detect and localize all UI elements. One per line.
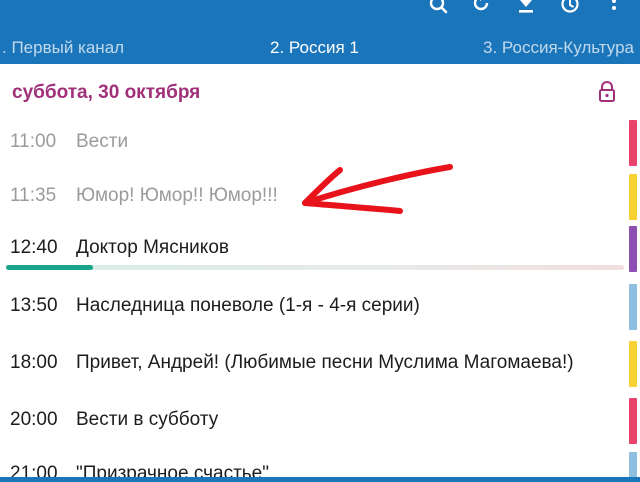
program-row[interactable]: 13:50 Наследница поневоле (1-я - 4-я сер… (0, 284, 640, 336)
program-time: 11:35 (10, 185, 57, 206)
date-label: суббота, 30 октября (12, 82, 201, 103)
program-time: 11:00 (10, 131, 57, 152)
program-time: 13:50 (10, 295, 58, 316)
program-title: Вести (76, 131, 129, 152)
bottom-edge (0, 477, 640, 482)
genre-color-bar (629, 174, 637, 220)
program-row[interactable]: 18:00 Привет, Андрей! (Любимые песни Мус… (0, 341, 640, 393)
tab-channel-2[interactable]: 2. Россия 1 (270, 38, 359, 58)
genre-color-bar (629, 284, 637, 330)
program-row[interactable]: 20:00 Вести в субботу (0, 398, 640, 450)
program-row-current[interactable]: 12:40 Доктор Мясников (0, 226, 640, 278)
tab-channel-1[interactable]: . Первый канал (2, 38, 124, 58)
program-title: Вести в субботу (76, 409, 219, 430)
date-header: суббота, 30 октября (0, 64, 640, 120)
now-playing-progress-fill (6, 265, 93, 270)
channel-tabs: . Первый канал 2. Россия 1 3. Россия-Кул… (0, 34, 640, 64)
program-time: 12:40 (10, 237, 58, 258)
program-title: Привет, Андрей! (Любимые песни Муслима М… (76, 352, 574, 373)
clock-icon[interactable] (559, 0, 581, 18)
tab-channel-3[interactable]: 3. Россия-Культура (483, 38, 634, 58)
more-vert-icon[interactable] (603, 0, 625, 18)
app-bar: . Первый канал 2. Россия 1 3. Россия-Кул… (0, 0, 640, 64)
refresh-icon[interactable] (471, 0, 493, 18)
genre-color-bar (629, 120, 637, 166)
toolbar (420, 0, 640, 18)
genre-color-bar (629, 398, 637, 444)
now-playing-progress-track (6, 265, 624, 270)
genre-color-bar (629, 341, 637, 387)
program-title: Юмор! Юмор!! Юмор!!! (76, 185, 278, 206)
program-title: Наследница поневоле (1-я - 4-я серии) (76, 295, 420, 316)
program-list: 11:00 Вести 11:35 Юмор! Юмор!! Юмор!!! 1… (0, 120, 640, 482)
download-icon[interactable] (515, 0, 537, 18)
program-row[interactable]: 11:35 Юмор! Юмор!! Юмор!!! (0, 174, 640, 226)
genre-color-bar (629, 226, 637, 272)
program-time: 18:00 (10, 352, 58, 373)
lock-icon[interactable] (597, 80, 617, 104)
program-title: Доктор Мясников (76, 237, 229, 258)
program-time: 20:00 (10, 409, 58, 430)
program-row[interactable]: 11:00 Вести (0, 120, 640, 172)
search-icon[interactable] (427, 0, 449, 18)
